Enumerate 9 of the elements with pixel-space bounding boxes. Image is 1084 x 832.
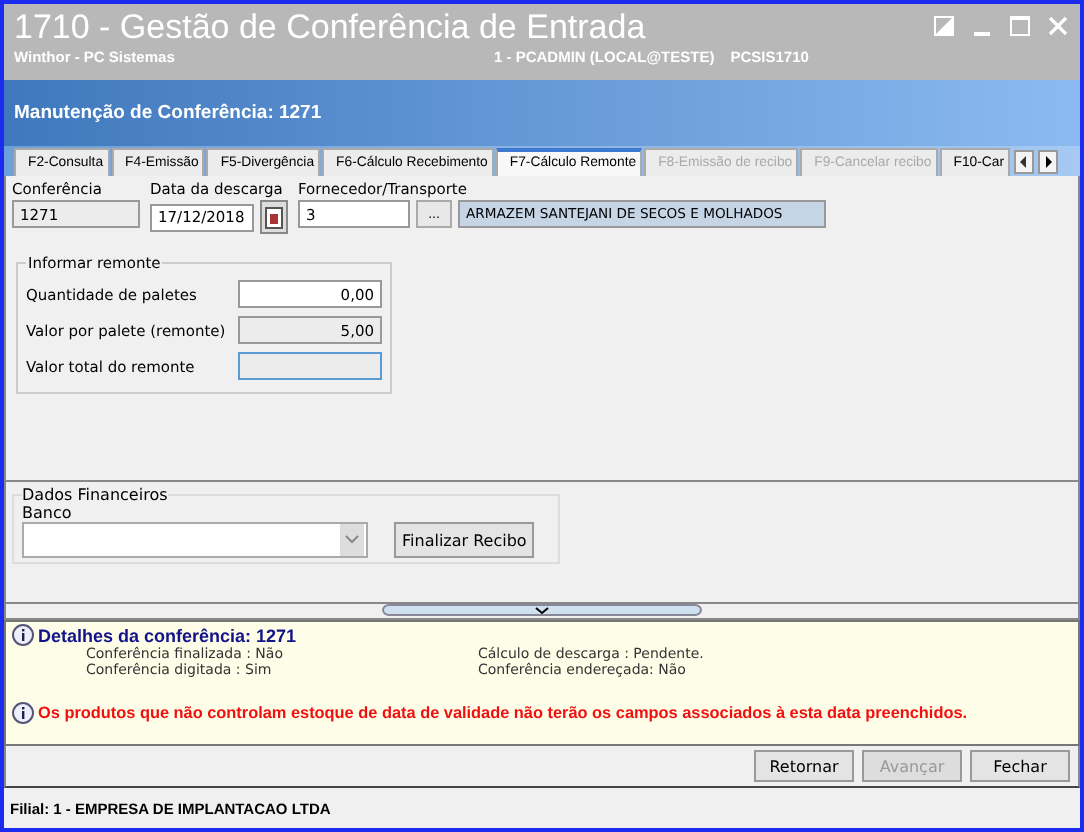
- field-label: Banco: [22, 504, 74, 522]
- action-button[interactable]: Fechar: [970, 750, 1070, 782]
- finalize-button[interactable]: Finalizar Recibo: [394, 522, 535, 558]
- window-title: 1710 - Gestão de Conferência de Entrada: [14, 8, 648, 48]
- action-button[interactable]: Retornar: [754, 750, 854, 782]
- group-title: Dados Financeiros: [22, 486, 168, 504]
- details-title: Detalhes da conferência: 1271: [38, 625, 297, 645]
- warning-text: Os produtos que não controlam estoque de data de validade não terão os campos associados à esta data preenchidos.: [38, 704, 968, 722]
- header-title: Manutenção de Conferência: 1271: [14, 102, 322, 124]
